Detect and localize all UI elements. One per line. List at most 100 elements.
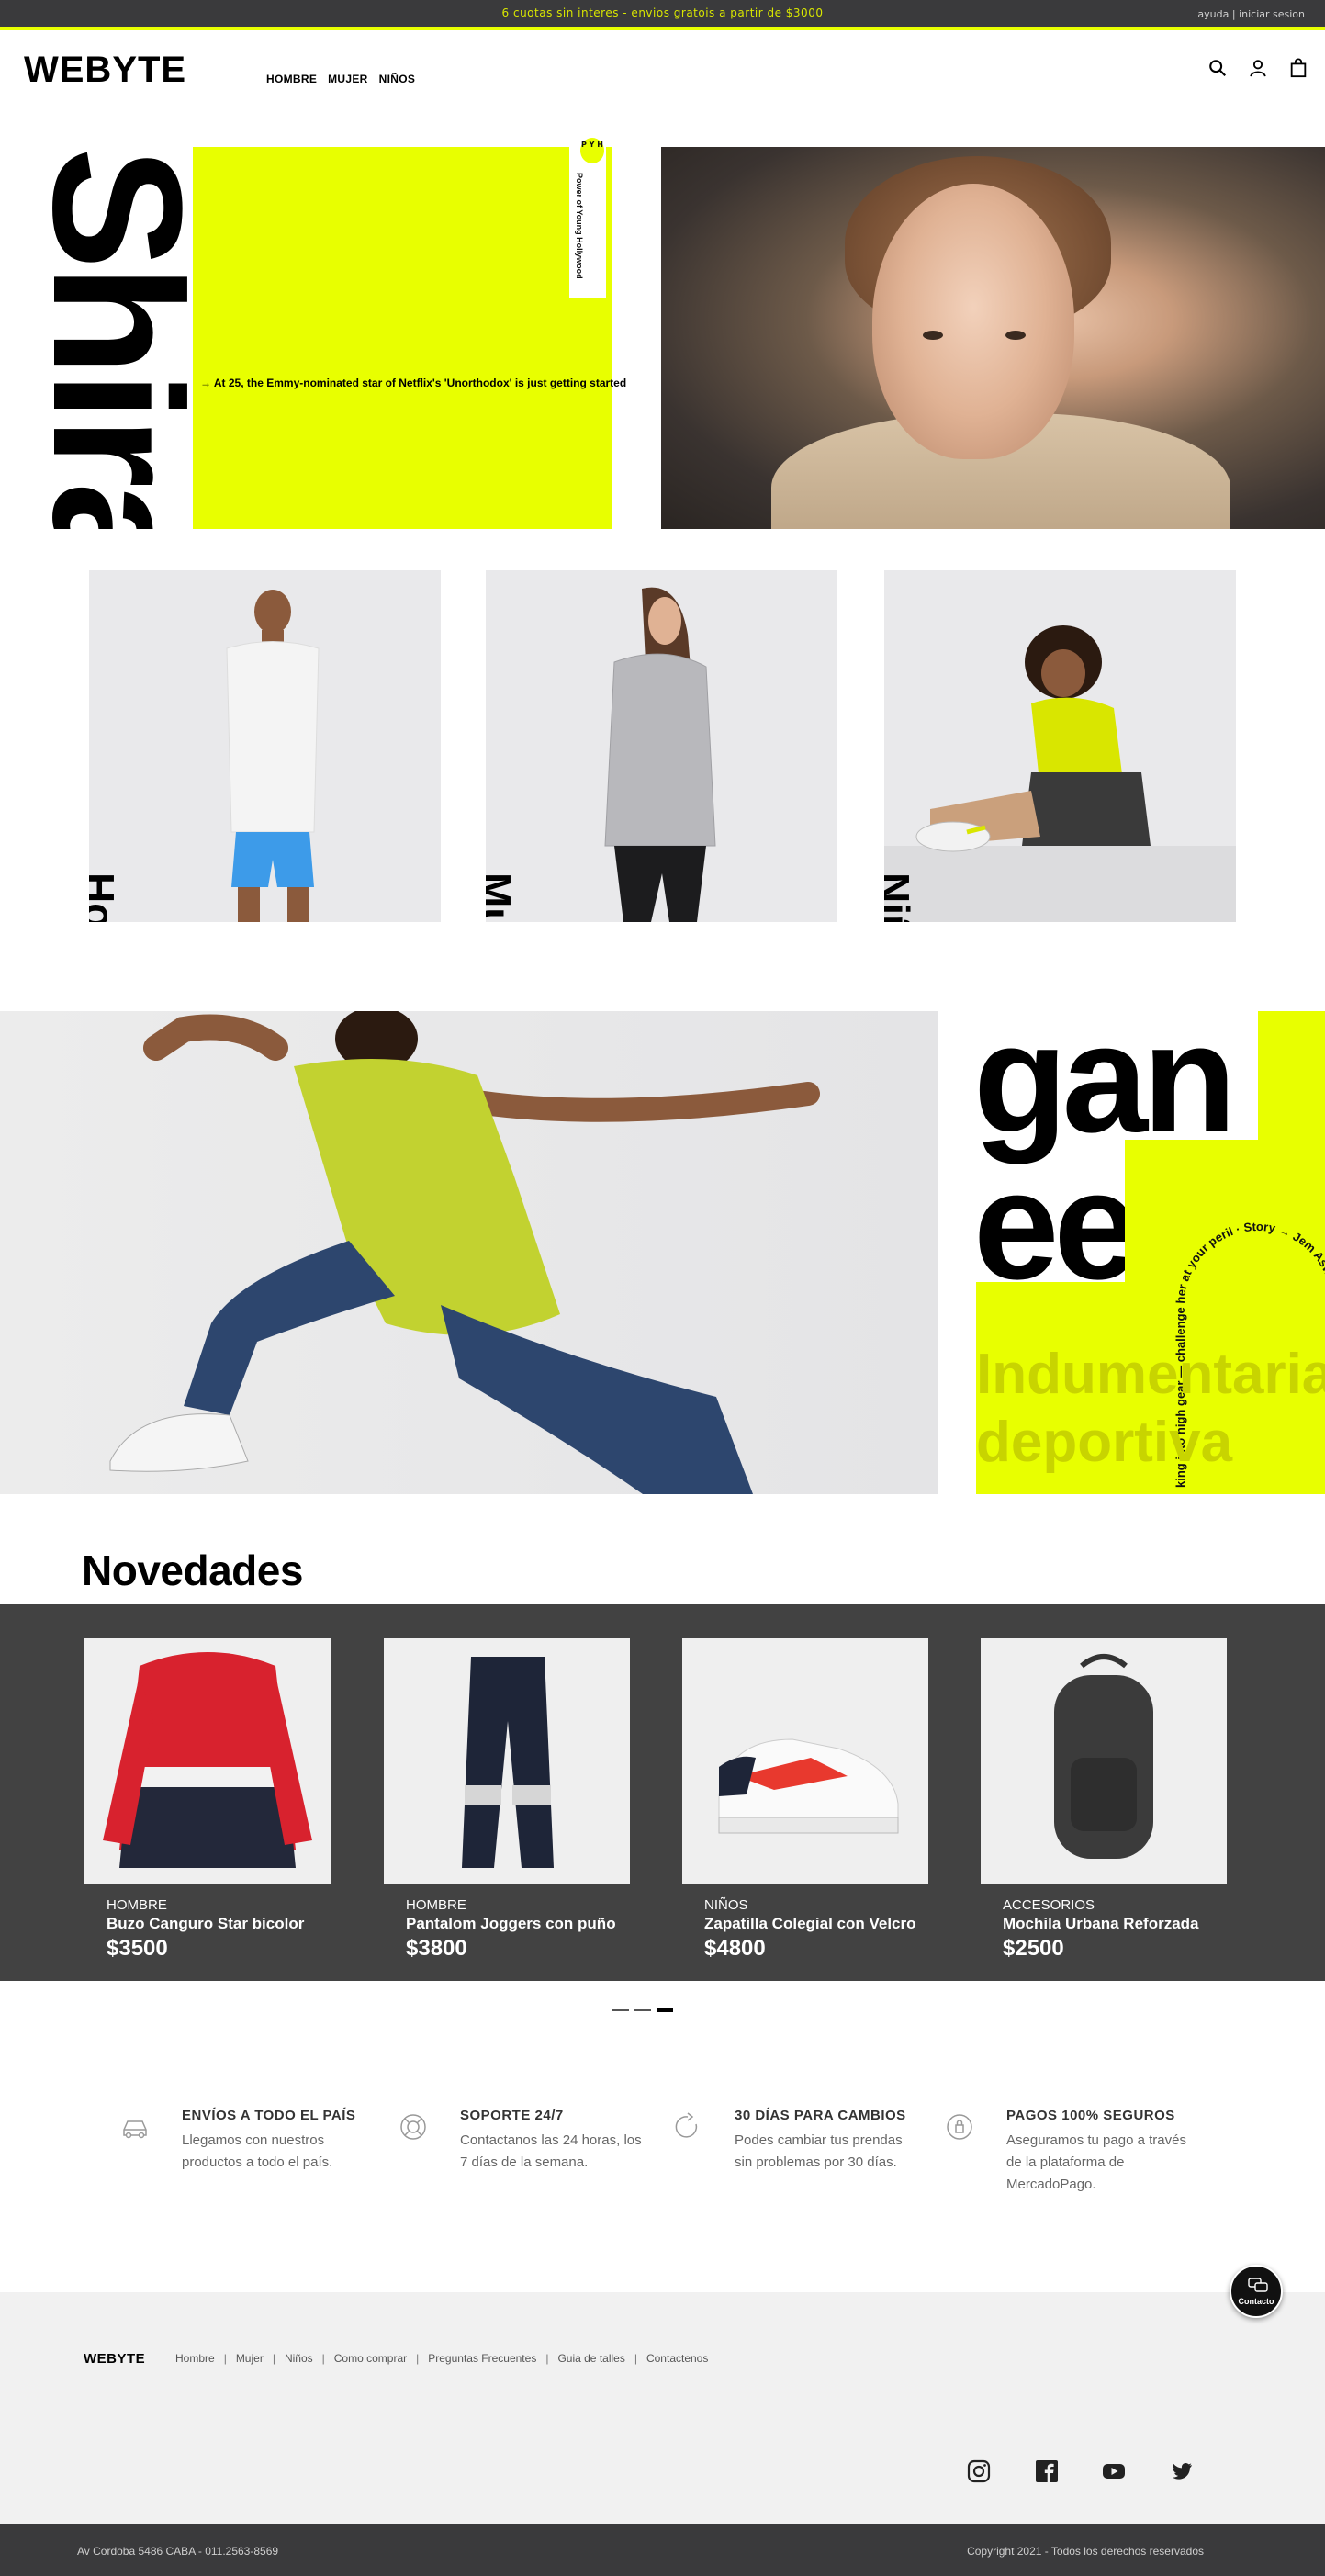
category-card-mujer[interactable]: Mujer — [486, 570, 837, 922]
feature-title: SOPORTE 24/7 — [460, 2108, 564, 2123]
feature-description: Llegamos con nuestros productos a todo e… — [182, 2132, 333, 2170]
carousel-dot-1[interactable] — [612, 2009, 629, 2011]
feature-description: Contactanos las 24 horas, los 7 días de … — [460, 2132, 642, 2170]
instagram-icon[interactable] — [967, 2459, 991, 2483]
footer-link-hombre[interactable]: Hombre — [175, 2352, 215, 2365]
footer-link-separator: | — [634, 2352, 637, 2365]
shopping-bag-icon[interactable] — [1288, 58, 1308, 78]
runner-image — [0, 1011, 938, 1494]
header-actions — [1207, 58, 1308, 78]
hero-yellow-panel — [193, 147, 612, 529]
youtube-icon[interactable] — [1102, 2459, 1126, 2483]
product-card[interactable]: HOMBRE Pantalom Joggers con puño $3800 — [384, 1638, 630, 1962]
product-name: Mochila Urbana Reforzada — [1003, 1915, 1199, 1932]
main-nav: HOMBRE MUJER NIÑOS — [266, 73, 415, 85]
product-category: HOMBRE — [406, 1897, 466, 1913]
hero-paper-strip: P Y H Power of Young Hollywood — [569, 138, 606, 298]
product-name: Buzo Canguro Star bicolor — [107, 1915, 305, 1932]
footer-copyright: Copyright 2021 - Todos los derechos rese… — [967, 2545, 1204, 2558]
footer-links: Hombre | Mujer | Niños | Como comprar | Preg… — [175, 2352, 708, 2365]
feature-title: PAGOS 100% SEGUROS — [1006, 2108, 1175, 2123]
car-icon — [123, 2120, 147, 2139]
feature-title: 30 DÍAS PARA CAMBIOS — [735, 2108, 906, 2123]
promo-title-line-2: deportiva — [976, 1411, 1233, 1474]
footer-link-preguntas[interactable]: Preguntas Frecuentes — [428, 2352, 536, 2365]
hero-caption: → At 25, the Emmy-nominated star of Netf… — [200, 377, 627, 389]
help-link[interactable]: ayuda — [1197, 8, 1229, 20]
product-card[interactable]: ACCESORiOS Mochila Urbana Reforzada $250… — [981, 1638, 1227, 1962]
footer-link-guia-talles[interactable]: Guia de talles — [557, 2352, 624, 2365]
user-icon[interactable] — [1248, 58, 1268, 78]
product-price: $2500 — [1003, 1936, 1064, 1961]
footer-logo[interactable]: WEBYTE — [84, 2351, 145, 2367]
promo-word-large: gan — [973, 992, 1237, 1164]
site-header: WEBYTE HOMBRE MUJER NIÑOS — [0, 34, 1325, 107]
footer-link-separator: | — [223, 2352, 227, 2365]
bottom-bar: Av Cordoba 5486 CABA - 011.2563-8569 Cop… — [0, 2524, 1325, 2576]
return-arrow-icon — [675, 2112, 698, 2138]
kid-figure-image — [915, 625, 1151, 852]
footer-link-separator: | — [416, 2352, 420, 2365]
feature-description: Podes cambiar tus prendas sin problemas … — [735, 2132, 903, 2170]
footer-link-separator: | — [272, 2352, 275, 2365]
facebook-icon[interactable] — [1035, 2459, 1059, 2483]
chat-bubbles-icon — [1248, 2278, 1268, 2292]
product-price: $3800 — [406, 1936, 467, 1961]
product-price: $3500 — [107, 1936, 168, 1961]
account-divider: | — [1231, 8, 1236, 20]
section-title-novedades: Novedades — [82, 1547, 303, 1594]
nav-item-mujer[interactable]: MUJER — [328, 73, 368, 85]
hero-vertical-text: Power of Young Hollywood — [575, 173, 584, 279]
product-card[interactable]: NIÑOS Zapatilla Colegial con Velcro $480… — [682, 1638, 928, 1962]
login-link[interactable]: iniciar sesion — [1239, 8, 1305, 20]
secure-payment-icon — [947, 2114, 972, 2140]
promo-title-line-1: Indumentaria — [976, 1343, 1325, 1406]
category-card-ninos[interactable]: Niños — [884, 570, 1236, 922]
product-price: $4800 — [704, 1936, 766, 1961]
feature-title: ENVÍOS A TODO EL PAÍS — [182, 2108, 356, 2123]
product-image-backpack — [981, 1638, 1227, 1884]
footer-link-contactenos[interactable]: Contactenos — [646, 2352, 708, 2365]
product-card[interactable]: HOMBRE Buzo Canguro Star bicolor $3500 — [84, 1638, 331, 1962]
product-name: Pantalom Joggers con puño — [406, 1915, 616, 1932]
carousel-dot-2[interactable] — [634, 2009, 651, 2011]
announcement-bar: 6 cuotas sin interes - envios gratois a … — [0, 0, 1325, 30]
hero-badge: P Y H — [580, 138, 604, 163]
footer-link-ninos[interactable]: Niños — [285, 2352, 313, 2365]
category-card-hombre[interactable]: Hombre — [89, 570, 441, 922]
product-image-joggers — [384, 1638, 630, 1884]
product-category: HOMBRE — [107, 1897, 167, 1913]
hero-portrait-image — [661, 147, 1325, 529]
man-figure-image — [226, 590, 320, 922]
site-footer — [0, 2292, 1325, 2524]
footer-link-mujer[interactable]: Mujer — [236, 2352, 264, 2365]
site-logo[interactable]: WEBYTE — [24, 50, 186, 91]
twitter-icon[interactable] — [1170, 2459, 1194, 2483]
carousel-dot-3-active[interactable] — [657, 2008, 673, 2012]
lifebuoy-icon — [400, 2114, 426, 2140]
hero-title: Shira — [35, 147, 198, 529]
contact-chat-button[interactable]: Contacto — [1230, 2265, 1283, 2318]
product-image-sneaker — [682, 1638, 928, 1884]
product-name: Zapatilla Colegial con Velcro — [704, 1915, 916, 1932]
footer-link-separator: | — [545, 2352, 549, 2365]
footer-address: Av Cordoba 5486 CABA - 011.2563-8569 — [77, 2545, 279, 2558]
nav-item-hombre[interactable]: HOMBRE — [266, 73, 317, 85]
category-label-ninos: Niños — [884, 872, 919, 922]
account-links: ayuda | iniciar sesion — [1197, 8, 1305, 20]
promo-text: 6 cuotas sin interes - envios gratois a … — [501, 6, 824, 19]
category-label-hombre: Hombre — [89, 872, 124, 922]
footer-link-separator: | — [321, 2352, 325, 2365]
footer-link-como-comprar[interactable]: Como comprar — [334, 2352, 407, 2365]
carousel-pagination — [612, 2008, 673, 2012]
nav-item-ninos[interactable]: NIÑOS — [379, 73, 416, 85]
category-label-mujer: Mujer — [486, 872, 521, 922]
promo-word-large-2: ee — [973, 1148, 1125, 1302]
product-image-hoodie — [84, 1638, 331, 1884]
feature-description: Aseguramos tu pago a través de la plataf… — [1006, 2132, 1186, 2192]
promo-title: Indumentaria deportiva — [976, 1341, 1325, 1477]
product-category: ACCESORiOS — [1003, 1897, 1095, 1913]
woman-figure-image — [604, 587, 716, 922]
search-icon[interactable] — [1207, 58, 1228, 78]
product-category: NIÑOS — [704, 1897, 748, 1913]
